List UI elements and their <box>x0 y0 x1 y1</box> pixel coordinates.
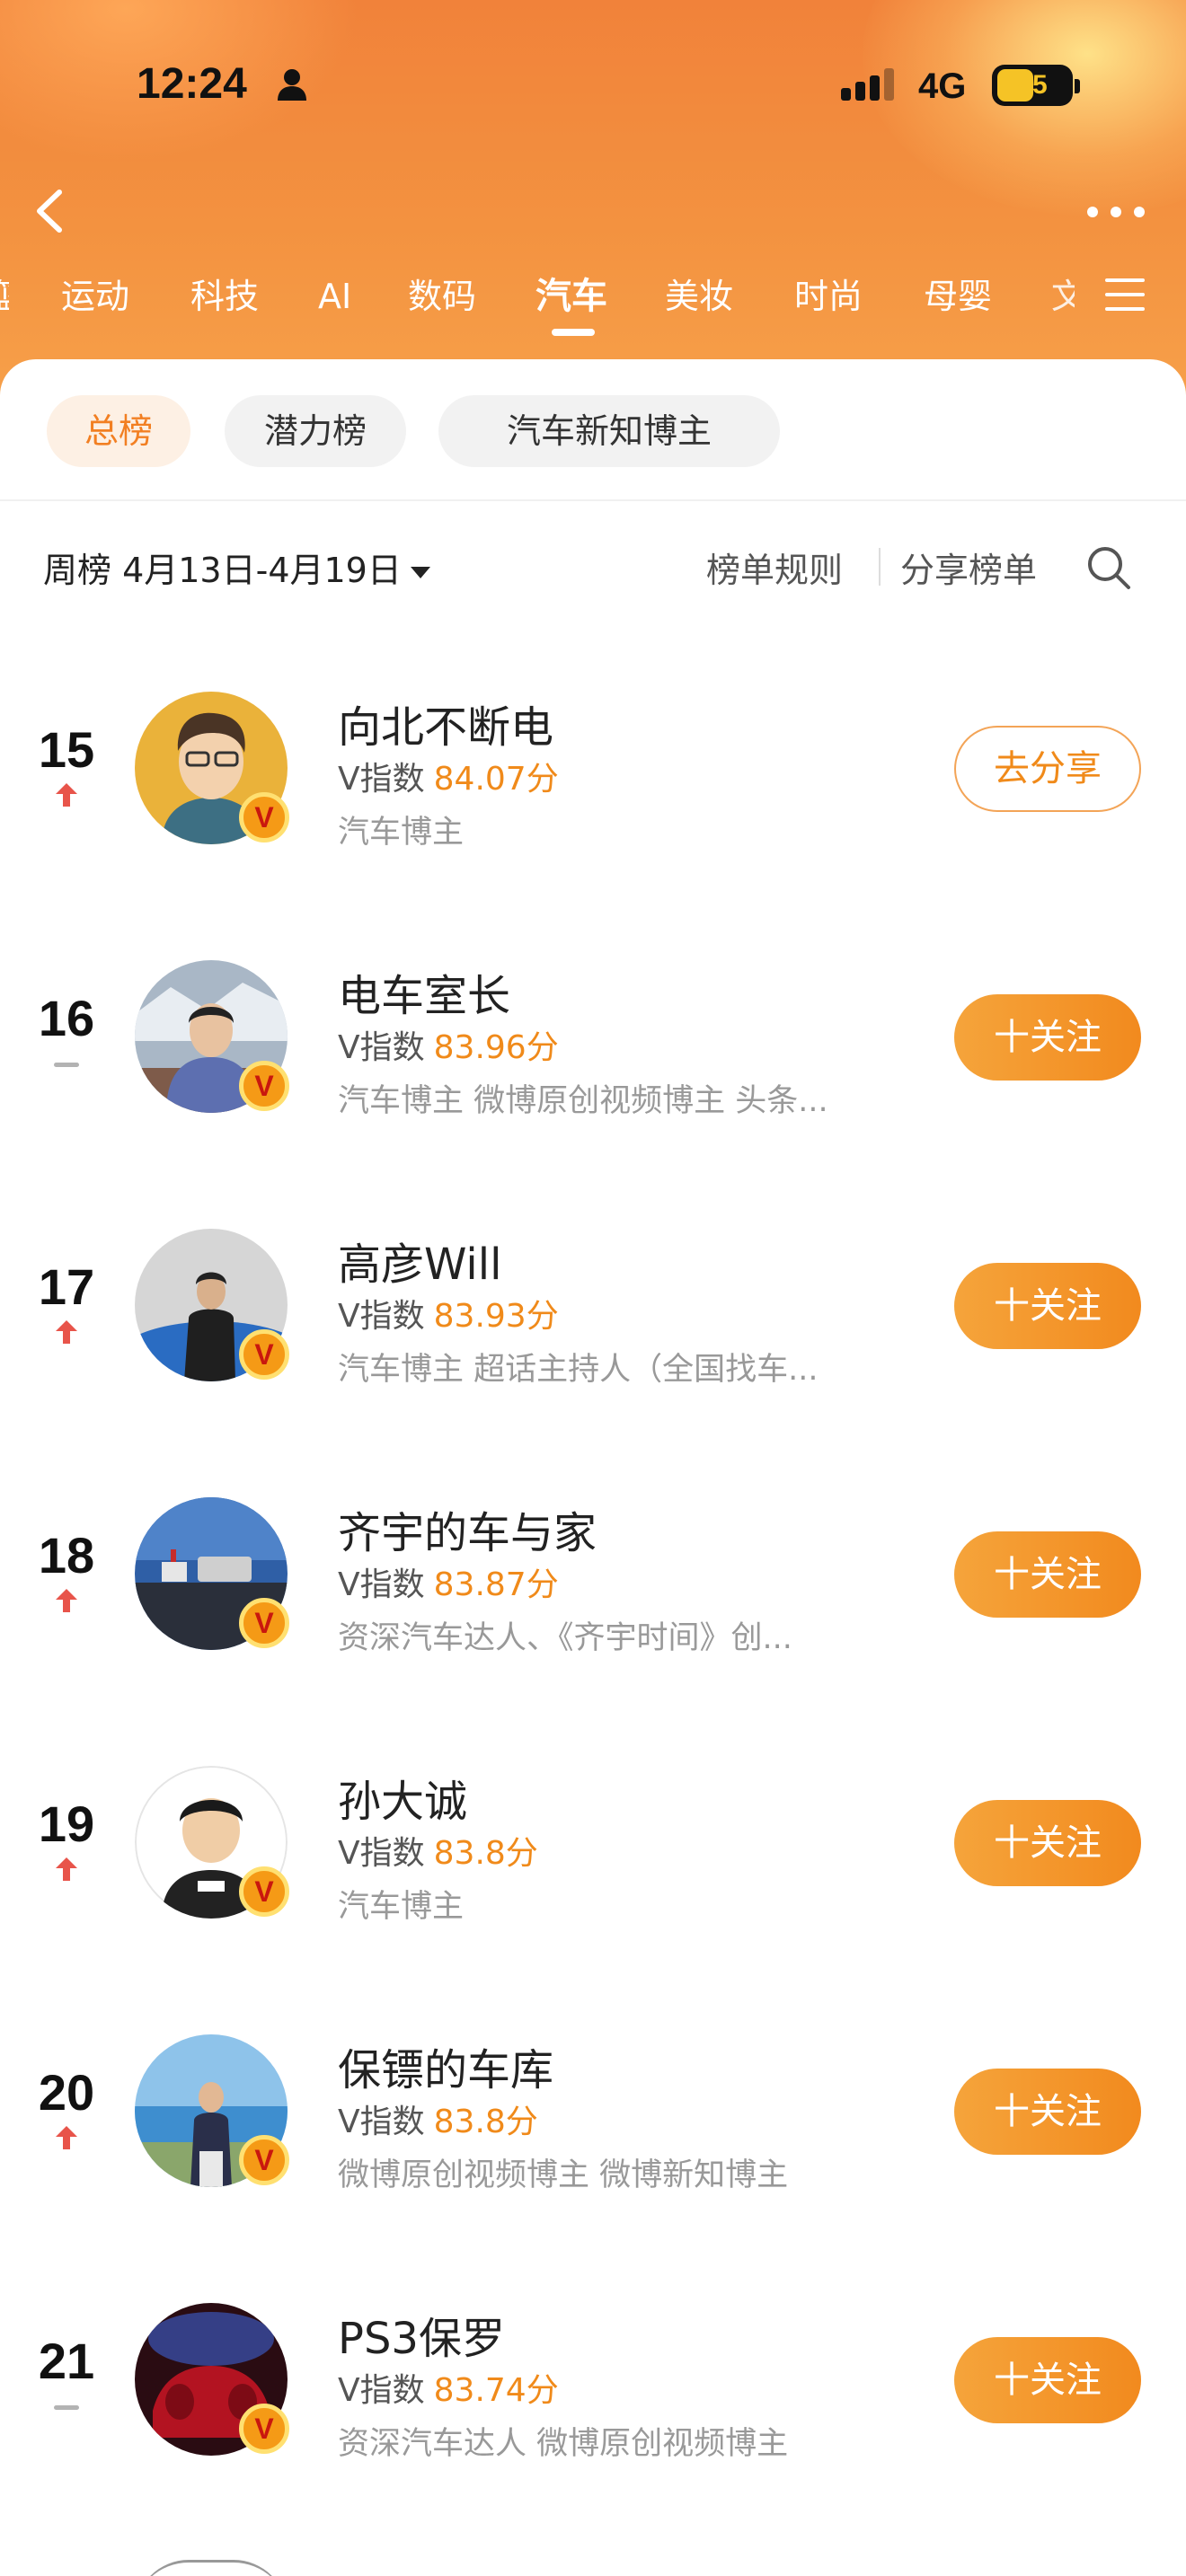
toolbar-separator <box>879 548 881 586</box>
v-index: V指数 84.07分 <box>338 761 559 798</box>
tab-ai[interactable]: AI <box>318 269 351 323</box>
v-index: V指数 83.74分 <box>338 2372 559 2409</box>
network-label: 4G <box>918 66 967 106</box>
blogger-name[interactable]: 电车室长 <box>338 960 510 1023</box>
battery-tip <box>1075 79 1080 93</box>
trend-up-icon <box>56 1589 77 1612</box>
list-item[interactable]: 17 V 高彦Will V指数 83.93分 汽车博主 超话主持人（全国找车...… <box>0 1202 1186 1471</box>
list-item[interactable]: 18 V 齐宇的车与家 V指数 83.87分 资深汽车达人、《齐宇时间》创... … <box>0 1470 1186 1740</box>
follow-button[interactable]: 十关注 <box>954 2337 1141 2423</box>
list-item[interactable]: 21 V PS3保罗 V指数 83.74分 资深汽车达人 微博原创视频博主 十关注 <box>0 2276 1186 2545</box>
blogger-name[interactable]: 保镖的车库 <box>338 2034 553 2097</box>
follow-button[interactable]: 十关注 <box>954 994 1141 1081</box>
blogger-description: 汽车博主 超话主持人（全国找车... <box>338 1352 819 1388</box>
v-index: V指数 83.8分 <box>338 1835 538 1872</box>
period-label: 周榜 4月13日-4月19日 <box>43 551 402 590</box>
verified-badge-icon: V <box>239 792 289 842</box>
follow-button[interactable]: 十关注 <box>954 2069 1141 2155</box>
blogger-name[interactable]: 高彦Will <box>338 1229 501 1292</box>
tab-auto[interactable]: 汽车 <box>535 269 607 323</box>
active-tab-indicator <box>552 329 595 336</box>
follow-button[interactable]: 十关注 <box>954 1531 1141 1618</box>
rules-link[interactable]: 榜单规则 <box>706 543 843 592</box>
follow-button[interactable]: 十关注 <box>954 1263 1141 1349</box>
list-item[interactable]: 20 V 保镖的车库 V指数 83.8分 微博原创视频博主 微博新知博主 十关注 <box>0 2007 1186 2277</box>
blogger-name[interactable]: PS3保罗 <box>338 2303 505 2366</box>
blogger-description: 汽车博主 微博原创视频博主 头条... <box>338 1083 828 1119</box>
list-item[interactable]: 16 V 电车室长 V指数 83.96分 汽车博主 微博原创视频博主 头条... … <box>0 933 1186 1203</box>
rank-number: 20 <box>38 2064 95 2121</box>
trend-flat-icon <box>54 1063 79 1067</box>
list-item[interactable]: 19 V 孙大诚 V指数 83.8分 汽车博主 十关注 <box>0 1739 1186 2008</box>
verified-badge-icon: V <box>239 2404 289 2454</box>
trend-up-icon <box>56 2126 77 2149</box>
blogger-description: 汽车博主 <box>338 815 465 851</box>
tab-tech[interactable]: 科技 <box>190 269 259 323</box>
v-index: V指数 83.8分 <box>338 2104 538 2140</box>
blogger-description: 汽车博主 <box>338 1889 465 1925</box>
battery-icon: 45 <box>992 65 1073 106</box>
blogger-description: 微博原创视频博主 微博新知博主 <box>338 2157 789 2193</box>
period-selector[interactable]: 周榜 4月13日-4月19日 <box>43 543 430 592</box>
header-glow-right <box>863 0 1186 216</box>
tab-beauty[interactable]: 美妆 <box>665 269 733 323</box>
rank-number: 15 <box>38 721 95 778</box>
blogger-name[interactable]: 向北不断电 <box>338 692 553 754</box>
tab-partial-right[interactable]: 文 <box>1051 269 1075 323</box>
chip-overall[interactable]: 总榜 <box>47 395 190 467</box>
blogger-description: 资深汽车达人、《齐宇时间》创... <box>338 1620 792 1656</box>
battery-level: 45 <box>1017 70 1048 100</box>
verified-badge-icon: V <box>239 1598 289 1648</box>
more-options-icon[interactable] <box>1084 194 1148 230</box>
caret-down-icon <box>410 567 430 578</box>
search-icon[interactable] <box>1085 544 1132 591</box>
rank-number: 17 <box>38 1258 95 1315</box>
tab-digital[interactable]: 数码 <box>408 269 476 323</box>
chip-potential[interactable]: 潜力榜 <box>225 395 406 467</box>
signal-icon <box>841 68 894 101</box>
verified-badge-icon: V <box>239 1866 289 1917</box>
tab-fashion[interactable]: 时尚 <box>794 269 863 323</box>
rank-number: 21 <box>38 2333 95 2389</box>
v-index: V指数 83.96分 <box>338 1029 559 1066</box>
share-button[interactable]: 去分享 <box>954 726 1141 812</box>
chip-auto-knowledge[interactable]: 汽车新知博主 <box>438 395 780 467</box>
verified-badge-icon: V <box>239 2135 289 2185</box>
blogger-name[interactable]: 齐宇的车与家 <box>338 1497 597 1560</box>
trend-up-icon <box>56 783 77 807</box>
tab-baby[interactable]: 母婴 <box>924 269 992 323</box>
blogger-name[interactable]: 孙大诚 <box>338 1766 467 1829</box>
menu-icon[interactable] <box>1103 275 1146 314</box>
divider <box>0 499 1186 501</box>
rank-number: 16 <box>38 990 95 1046</box>
blogger-description: 资深汽车达人 微博原创视频博主 <box>338 2426 789 2462</box>
trend-up-icon <box>56 1320 77 1344</box>
status-time: 12:24 <box>137 60 247 108</box>
share-list-link[interactable]: 分享榜单 <box>900 543 1037 592</box>
tab-sports[interactable]: 运动 <box>61 269 129 323</box>
rank-number: 19 <box>38 1795 95 1852</box>
list-item[interactable]: 15 V 向北不断电 V指数 84.07分 汽车博主 去分享 <box>0 665 1186 934</box>
person-icon <box>278 69 306 101</box>
trend-flat-icon <box>54 2405 79 2410</box>
v-index: V指数 83.93分 <box>338 1298 559 1335</box>
trend-up-icon <box>56 1857 77 1881</box>
tab-partial-left[interactable]: 篮 <box>0 269 9 323</box>
rank-number: 18 <box>38 1527 95 1584</box>
verified-badge-icon: V <box>239 1329 289 1380</box>
v-index: V指数 83.87分 <box>338 1566 559 1603</box>
follow-button[interactable]: 十关注 <box>954 1800 1141 1886</box>
back-arrow-icon[interactable] <box>23 180 77 243</box>
verified-badge-icon: V <box>239 1061 289 1111</box>
